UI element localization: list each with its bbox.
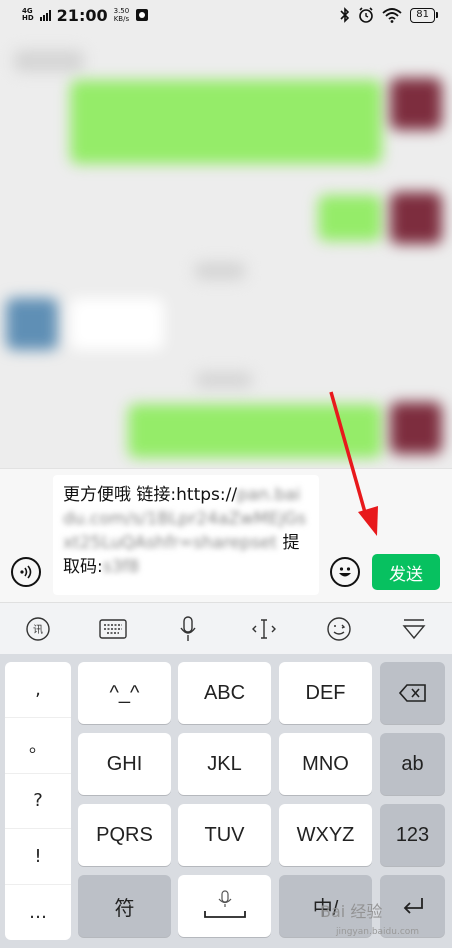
key-mno[interactable]: MNO [279,733,372,795]
punct-key[interactable]: 。 [5,718,71,774]
key-abc[interactable]: ABC [178,662,271,724]
watermark: Bai 经验 [320,898,448,944]
backspace-key[interactable] [380,662,445,724]
battery-level: 81 [416,9,429,20]
network-speed: 3.50 KB/s [114,7,130,23]
app-notification-icon [136,9,149,21]
message-text: 更方便哦 链接:https:// [63,485,238,505]
timestamp-blob [196,372,252,388]
microphone-icon[interactable] [168,609,208,649]
network-type: 4G HD [22,8,34,22]
key-emoticon[interactable]: ^_^ [78,662,171,724]
alarm-icon [359,7,374,23]
battery-icon: 81 [410,7,438,23]
punct-key[interactable]: ? [5,774,71,830]
message-bubble-outgoing [128,404,382,458]
clock: 21:00 [56,5,108,25]
key-wxyz[interactable]: WXYZ [279,804,372,866]
avatar [390,78,442,130]
status-bar: 4G HD 21:00 3.50 KB/s 81 [0,0,452,30]
timestamp-blob [14,50,84,72]
key-pqrs[interactable]: PQRS [78,804,171,866]
bluetooth-icon [340,7,350,23]
key-number-mode[interactable]: 123 [380,804,445,866]
cursor-icon[interactable] [244,609,284,649]
emoji-icon[interactable] [319,609,359,649]
key-tuv[interactable]: TUV [178,804,271,866]
input-bar: 更方便哦 链接:https://pan.baidu.com/s/1BLpr24a… [0,468,452,602]
avatar [390,192,442,244]
keyboard-toolbar: 讯 [0,602,452,654]
network-sub-label: HD [22,14,34,22]
watermark-text: Bai 经验 [320,902,383,921]
watermark-sub: jingyan.baidu.com [336,927,420,937]
svg-text:讯: 讯 [33,624,43,636]
emoji-button[interactable] [330,557,360,587]
speed-value: 3.50 [113,7,130,15]
punct-key[interactable]: ! [5,829,71,886]
key-ab-mode[interactable]: ab [380,733,445,795]
send-button[interactable]: 发送 [372,554,440,590]
message-input[interactable]: 更方便哦 链接:https://pan.baidu.com/s/1BLpr24a… [53,475,319,595]
backspace-icon [398,684,426,702]
voice-input-button[interactable] [11,557,41,587]
message-bubble-incoming [70,298,164,350]
chat-history [0,30,452,468]
message-bubble-outgoing [318,195,382,241]
keyboard-icon[interactable] [93,609,133,649]
key-jkl[interactable]: JKL [178,733,271,795]
space-key[interactable] [178,875,271,937]
voice-icon [20,565,32,579]
speed-unit: KB/s [113,15,130,23]
collapse-keyboard-icon[interactable] [394,609,434,649]
avatar [6,298,58,350]
space-mic-icon [203,890,246,918]
key-symbol[interactable]: 符 [78,875,171,937]
wifi-icon [382,7,402,23]
timestamp-blob [195,262,245,280]
signal-icon [39,9,51,21]
punct-key[interactable]: … [5,885,71,940]
emoji-icon [339,567,351,577]
handwriting-icon[interactable]: 讯 [18,609,58,649]
message-bubble-outgoing [70,80,382,164]
screen-root: 4G HD 21:00 3.50 KB/s 81 更方便哦 链接:https:/… [0,0,452,948]
message-code: s3f8 [102,557,140,577]
punctuation-column: , 。 ? ! … [5,662,71,940]
key-def[interactable]: DEF [279,662,372,724]
key-ghi[interactable]: GHI [78,733,171,795]
punct-key[interactable]: , [5,662,71,718]
avatar [390,402,442,454]
